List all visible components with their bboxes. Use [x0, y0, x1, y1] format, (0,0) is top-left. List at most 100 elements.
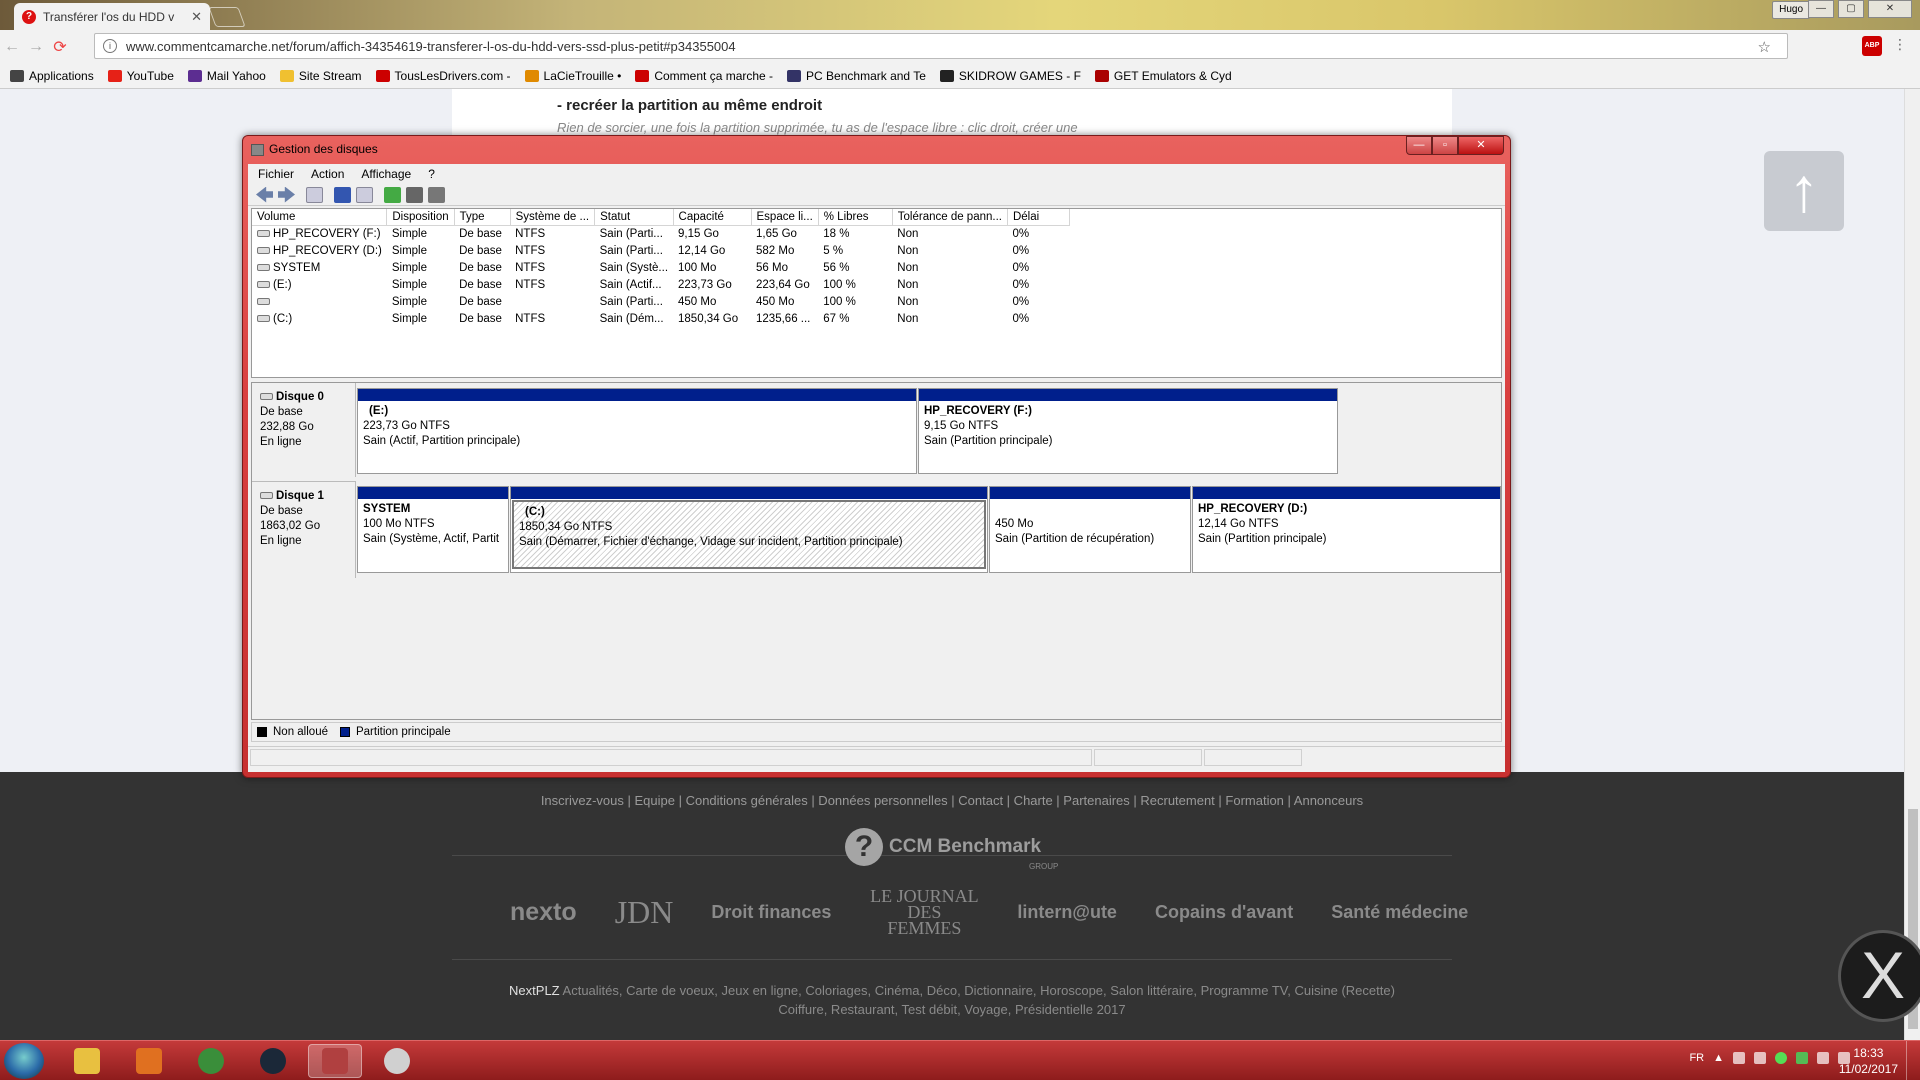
- refresh-icon[interactable]: [384, 186, 401, 203]
- volume-cell: De base: [454, 276, 510, 293]
- user-profile-button[interactable]: Hugo: [1772, 1, 1810, 19]
- col-free-space[interactable]: Espace li...: [751, 209, 819, 226]
- volume-cell-text: NTFS: [515, 278, 546, 291]
- network-icon[interactable]: [1817, 1052, 1829, 1064]
- partition-e[interactable]: (E:) 223,73 Go NTFS Sain (Actif, Partiti…: [357, 388, 917, 474]
- brand-copains-davant[interactable]: Copains d'avant: [1155, 902, 1293, 923]
- new-tab-button[interactable]: [208, 7, 246, 27]
- taskbar-chrome-button[interactable]: [184, 1044, 238, 1078]
- partition-c[interactable]: (C:) 1850,34 Go NTFS Sain (Démarrer, Fic…: [510, 486, 988, 573]
- col-type[interactable]: Type: [454, 209, 511, 226]
- address-bar[interactable]: i www.commentcamarche.net/forum/affich-3…: [94, 33, 1788, 59]
- bookmark-item[interactable]: TousLesDrivers.com -: [375, 69, 511, 83]
- partition-hp-recovery-d[interactable]: HP_RECOVERY (D:) 12,14 Go NTFS Sain (Par…: [1192, 486, 1501, 573]
- clock[interactable]: 18:33 11/02/2017: [1839, 1045, 1898, 1077]
- taskbar-media-player-button[interactable]: [122, 1044, 176, 1078]
- bookmark-item[interactable]: Site Stream: [279, 69, 362, 83]
- col-overhead[interactable]: Délai: [1007, 209, 1070, 226]
- console-tree-icon[interactable]: [306, 186, 323, 203]
- nextplz-label[interactable]: NextPLZ: [509, 983, 560, 998]
- browser-menu-icon[interactable]: ⋮: [1893, 36, 1907, 53]
- green-status-icon[interactable]: [1775, 1052, 1787, 1064]
- adblock-icon[interactable]: ABP: [1862, 36, 1882, 56]
- volume-row[interactable]: HP_RECOVERY (F:) Simple De base NTFS Sain (P…: [252, 225, 1069, 242]
- col-status[interactable]: Statut: [594, 209, 674, 226]
- bookmark-item[interactable]: LaCieTrouille •: [524, 69, 621, 83]
- dm-maximize-button[interactable]: ▫: [1432, 136, 1458, 155]
- brand-nexto[interactable]: nexto: [510, 898, 577, 927]
- footer-links[interactable]: Inscrivez-vous | Equipe | Conditions gén…: [0, 793, 1904, 808]
- col-percent-free[interactable]: % Libres: [818, 209, 893, 226]
- start-button[interactable]: [4, 1043, 44, 1079]
- taskbar-steam-button[interactable]: [246, 1044, 300, 1078]
- brand-droit-finances[interactable]: Droit finances: [711, 902, 831, 923]
- browser-tab[interactable]: ? Transférer l'os du HDD v ✕: [14, 3, 210, 30]
- scroll-to-top-button[interactable]: ↑: [1764, 151, 1844, 231]
- battery-icon[interactable]: [1796, 1052, 1808, 1064]
- taskbar-tool-button[interactable]: [370, 1044, 424, 1078]
- forward-icon[interactable]: [278, 186, 295, 203]
- bookmark-item[interactable]: SKIDROW GAMES - F: [939, 69, 1081, 83]
- partition-hp-recovery-f[interactable]: HP_RECOVERY (F:) 9,15 Go NTFS Sain (Part…: [918, 388, 1338, 474]
- info-icon[interactable]: i: [103, 39, 117, 53]
- page-scrollbar[interactable]: [1904, 89, 1920, 1040]
- disk1-label[interactable]: Disque 1 De base 1863,02 Go En ligne: [252, 481, 356, 578]
- col-fault-tolerance[interactable]: Tolérance de pann...: [892, 209, 1008, 226]
- show-desktop-button[interactable]: [1906, 1041, 1920, 1080]
- col-disposition[interactable]: Disposition: [386, 209, 455, 226]
- maximize-button[interactable]: ▢: [1838, 0, 1864, 18]
- volume-row[interactable]: (C:) Simple De base NTFS Sain (Dém... 1850,34…: [252, 310, 1069, 327]
- bookmark-item[interactable]: Mail Yahoo: [187, 69, 266, 83]
- help-icon[interactable]: [334, 186, 351, 203]
- menu-help[interactable]: ?: [428, 167, 435, 181]
- bookmark-item[interactable]: Applications: [10, 69, 94, 83]
- bookmark-item[interactable]: Comment ça marche -: [635, 69, 773, 83]
- dm-close-button[interactable]: ✕: [1458, 136, 1504, 155]
- brand-sante-medecine[interactable]: Santé médecine: [1331, 902, 1468, 923]
- partition-system[interactable]: SYSTEM 100 Mo NTFS Sain (Système, Actif,…: [357, 486, 509, 573]
- x-overlay-icon[interactable]: X: [1838, 930, 1920, 1022]
- volume-row[interactable]: Simple De base Sain (Parti... 450 Mo 450 Mo 1…: [252, 293, 1069, 310]
- ccm-benchmark-logo[interactable]: ? CCM Benchmark GROUP: [845, 828, 1058, 871]
- disk0-label[interactable]: Disque 0 De base 232,88 Go En ligne: [252, 383, 356, 477]
- tray-expand-icon[interactable]: ▲: [1713, 1052, 1724, 1064]
- rescan-icon[interactable]: [406, 186, 423, 203]
- taskbar-explorer-button[interactable]: [60, 1044, 114, 1078]
- network-activity-icon[interactable]: [1754, 1052, 1766, 1064]
- close-button[interactable]: ✕: [1868, 0, 1912, 18]
- volume-cell-text: Non: [897, 261, 919, 274]
- minimize-button[interactable]: —: [1808, 0, 1834, 18]
- tab-close-icon[interactable]: ✕: [191, 9, 202, 25]
- col-filesystem[interactable]: Système de ...: [510, 209, 596, 226]
- bookmark-item[interactable]: PC Benchmark and Te: [787, 69, 926, 83]
- back-icon[interactable]: ←: [0, 38, 24, 56]
- brand-journal-des-femmes[interactable]: LE JOURNAL DES FEMMES: [869, 887, 979, 937]
- clock-date: 11/02/2017: [1838, 1062, 1898, 1076]
- menu-fichier[interactable]: Fichier: [258, 167, 294, 181]
- volume-row[interactable]: (E:) Simple De base NTFS Sain (Actif... 223,7…: [252, 276, 1069, 293]
- bookmark-star-icon[interactable]: ☆: [1758, 38, 1771, 56]
- forward-icon[interactable]: →: [24, 38, 48, 56]
- brand-linternaute[interactable]: lintern@ute: [1017, 902, 1117, 923]
- nextplz-line2[interactable]: Coiffure, Restaurant, Test débit, Voyage…: [0, 1002, 1904, 1017]
- brand-jdn[interactable]: JDN: [615, 894, 674, 931]
- menu-affichage[interactable]: Affichage: [361, 167, 411, 181]
- dm-minimize-button[interactable]: —: [1406, 136, 1432, 155]
- bookmark-item[interactable]: GET Emulators & Cyd: [1094, 69, 1232, 83]
- reload-icon[interactable]: ⟳: [48, 37, 72, 57]
- settings-icon[interactable]: [428, 186, 445, 203]
- menu-action[interactable]: Action: [311, 167, 344, 181]
- col-capacity[interactable]: Capacité: [673, 209, 752, 226]
- col-volume[interactable]: Volume: [252, 209, 388, 226]
- volume-row[interactable]: SYSTEM Simple De base NTFS Sain (Systè... 100…: [252, 259, 1069, 276]
- language-indicator[interactable]: FR: [1689, 1052, 1704, 1064]
- back-icon[interactable]: [256, 186, 273, 203]
- bookmark-item[interactable]: YouTube: [107, 69, 174, 83]
- properties-icon[interactable]: [356, 186, 373, 203]
- flag-icon[interactable]: [1733, 1052, 1745, 1064]
- taskbar-disk-management-button[interactable]: [308, 1044, 362, 1078]
- volume-row[interactable]: HP_RECOVERY (D:) Simple De base NTFS Sain (P…: [252, 242, 1069, 259]
- nextplz-line1[interactable]: Actualités, Carte de voeux, Jeux en lign…: [563, 983, 1395, 998]
- volume-cell-text: De base: [459, 278, 502, 291]
- partition-recovery[interactable]: 450 Mo Sain (Partition de récupération): [989, 486, 1191, 573]
